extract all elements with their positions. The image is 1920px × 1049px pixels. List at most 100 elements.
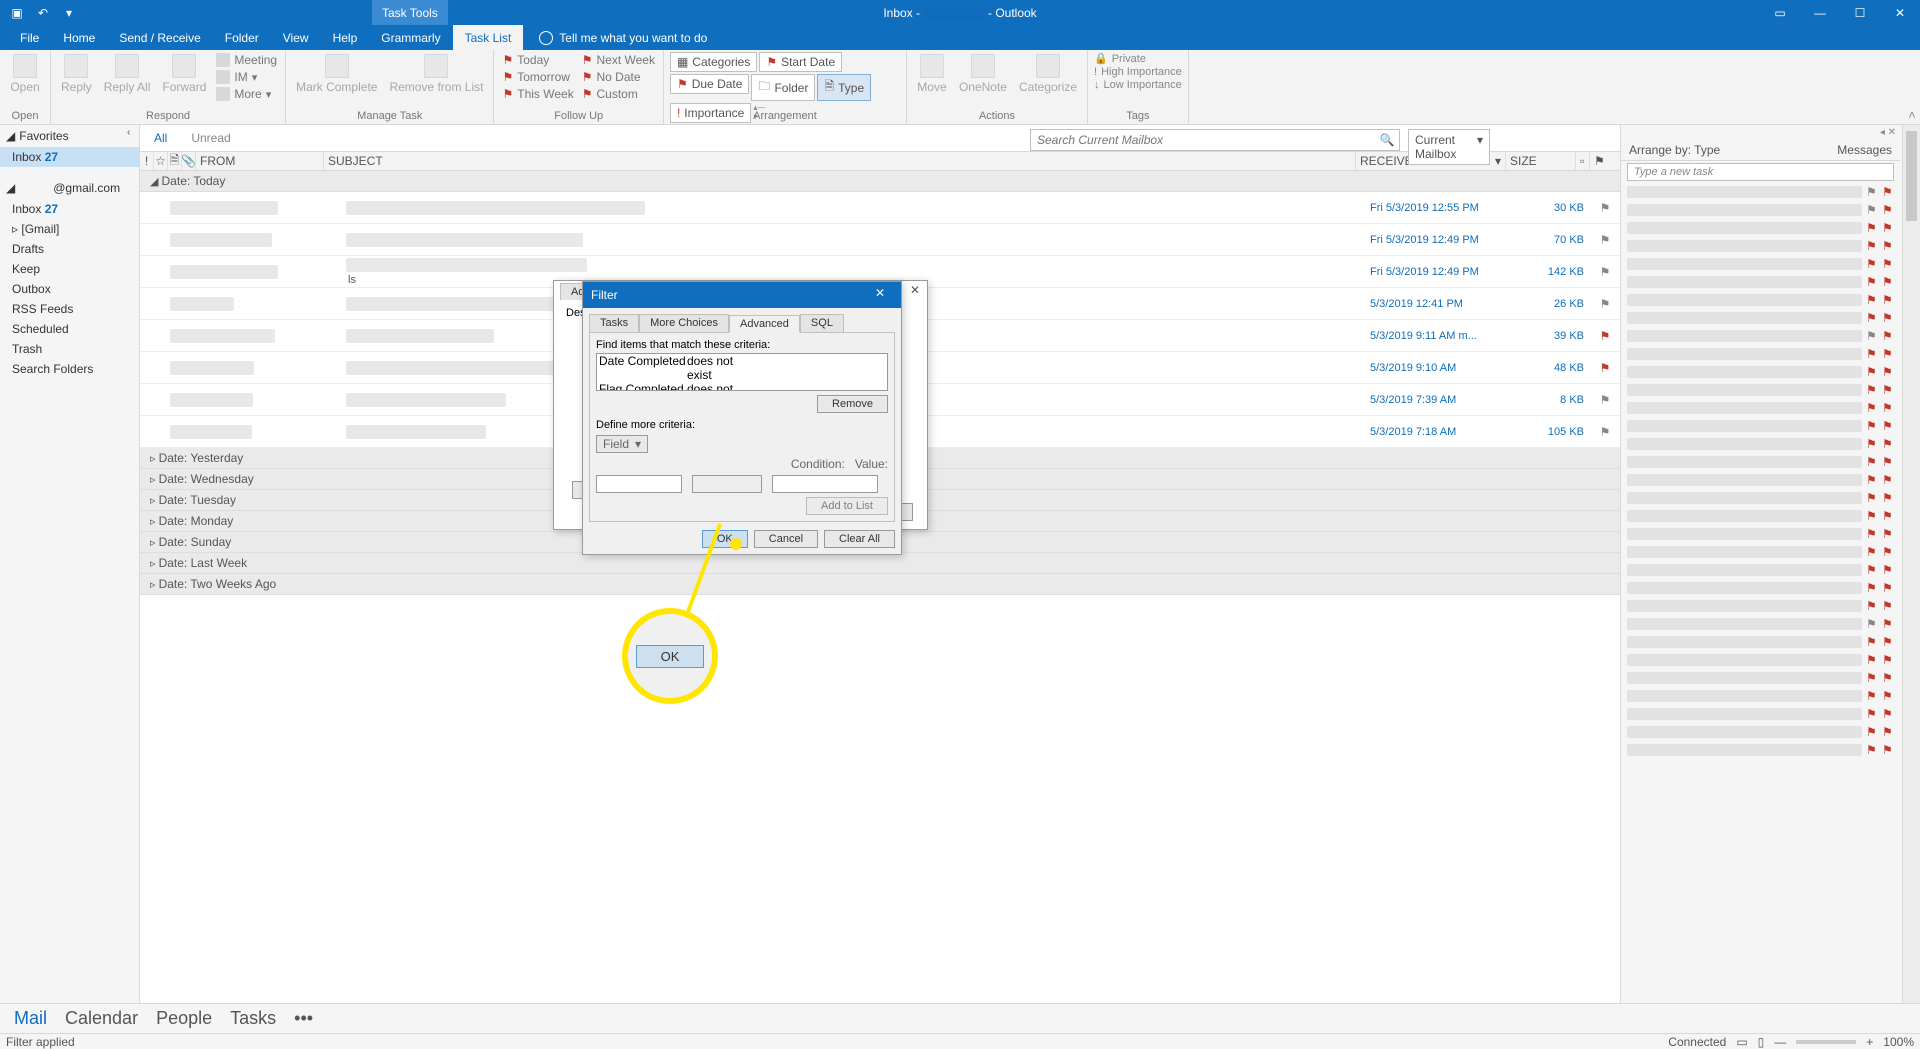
- task-row[interactable]: ⚑⚑: [1621, 417, 1900, 435]
- task-row[interactable]: ⚑⚑: [1621, 309, 1900, 327]
- task-row[interactable]: ⚑⚑: [1621, 453, 1900, 471]
- task-row[interactable]: ⚑⚑: [1621, 579, 1900, 597]
- nav-drafts[interactable]: Drafts: [0, 239, 139, 259]
- col-icon[interactable]: 🗎: [168, 152, 182, 170]
- remove-button[interactable]: Remove: [817, 395, 888, 413]
- move-button[interactable]: Move: [913, 52, 951, 96]
- nav-calendar[interactable]: Calendar: [65, 1008, 138, 1029]
- replyall-button[interactable]: Reply All: [100, 52, 155, 96]
- task-row[interactable]: ⚑⚑: [1621, 201, 1900, 219]
- group-twoweeks[interactable]: ▹ Date: Two Weeks Ago: [140, 574, 1620, 595]
- task-row[interactable]: ⚑⚑: [1621, 723, 1900, 741]
- nav-inbox[interactable]: Inbox 27: [0, 199, 139, 219]
- nav-trash[interactable]: Trash: [0, 339, 139, 359]
- clearall-button[interactable]: Clear All: [824, 530, 895, 548]
- search-scope-dropdown[interactable]: Current Mailbox▾: [1408, 129, 1490, 165]
- tellme[interactable]: Tell me what you want to do: [539, 31, 707, 45]
- filter-tab-tasks[interactable]: Tasks: [589, 314, 639, 332]
- tab-folder[interactable]: Folder: [213, 25, 271, 50]
- nextweek-button[interactable]: ⚑Next Week: [580, 52, 657, 68]
- task-row[interactable]: ⚑⚑: [1621, 651, 1900, 669]
- tab-help[interactable]: Help: [321, 25, 370, 50]
- condition-input[interactable]: [692, 475, 762, 493]
- tab-tasklist[interactable]: Task List: [453, 25, 524, 50]
- task-row[interactable]: ⚑⚑: [1621, 705, 1900, 723]
- task-row[interactable]: ⚑⚑: [1621, 219, 1900, 237]
- nav-mail[interactable]: Mail: [14, 1008, 47, 1029]
- value-input[interactable]: [772, 475, 878, 493]
- message-row[interactable]: Fri 5/3/2019 12:55 PM 30 KB ⚑: [140, 192, 1620, 224]
- nodate-button[interactable]: ⚑No Date: [580, 69, 657, 85]
- nav-scheduled[interactable]: Scheduled: [0, 319, 139, 339]
- filter-tab-advanced[interactable]: Advanced: [729, 315, 800, 333]
- task-row[interactable]: ⚑⚑: [1621, 399, 1900, 417]
- group-lastweek[interactable]: ▹ Date: Last Week: [140, 553, 1620, 574]
- nav-searchfolders[interactable]: Search Folders: [0, 359, 139, 379]
- task-row[interactable]: ⚑⚑: [1621, 525, 1900, 543]
- zoom-out-icon[interactable]: —: [1774, 1035, 1786, 1049]
- categorize-button[interactable]: Categorize: [1015, 52, 1081, 96]
- nav-more-icon[interactable]: •••: [294, 1008, 313, 1029]
- tab-home[interactable]: Home: [51, 25, 107, 50]
- custom-button[interactable]: ⚑Custom: [580, 86, 657, 102]
- task-row[interactable]: ⚑⚑: [1621, 291, 1900, 309]
- field-input[interactable]: [596, 475, 682, 493]
- task-row[interactable]: ⚑⚑: [1621, 543, 1900, 561]
- task-row[interactable]: ⚑⚑: [1621, 669, 1900, 687]
- reply-button[interactable]: Reply: [57, 52, 96, 96]
- message-row[interactable]: Fri 5/3/2019 12:49 PM 70 KB ⚑: [140, 224, 1620, 256]
- nav-gmail[interactable]: ▹ [Gmail]: [0, 219, 139, 239]
- dialog-filter-close-icon[interactable]: ✕: [867, 286, 893, 304]
- task-row[interactable]: ⚑⚑: [1621, 345, 1900, 363]
- task-row[interactable]: ⚑⚑: [1621, 273, 1900, 291]
- task-row[interactable]: ⚑⚑: [1621, 435, 1900, 453]
- col-cat[interactable]: ▫: [1576, 152, 1590, 170]
- task-row[interactable]: ⚑⚑: [1621, 327, 1900, 345]
- task-row[interactable]: ⚑⚑: [1621, 597, 1900, 615]
- meeting-button[interactable]: Meeting: [214, 52, 279, 68]
- col-size[interactable]: SIZE: [1506, 152, 1576, 170]
- advview-close-icon[interactable]: ✕: [905, 283, 925, 297]
- maximize-icon[interactable]: ☐: [1840, 0, 1880, 25]
- col-attach[interactable]: 📎: [182, 152, 196, 170]
- cancel-button[interactable]: Cancel: [754, 530, 818, 548]
- favorites-header[interactable]: ◢ Favorites: [0, 125, 139, 147]
- task-row[interactable]: ⚑⚑: [1621, 633, 1900, 651]
- task-row[interactable]: ⚑⚑: [1621, 741, 1900, 759]
- highimportance-button[interactable]: ! High Importance: [1094, 66, 1182, 78]
- nav-keep[interactable]: Keep: [0, 259, 139, 279]
- filter-unread[interactable]: Unread: [187, 129, 234, 147]
- im-button[interactable]: IM ▾: [214, 69, 279, 85]
- task-row[interactable]: ⚑⚑: [1621, 363, 1900, 381]
- new-task-input[interactable]: Type a new task: [1627, 163, 1894, 181]
- private-button[interactable]: 🔒 Private: [1094, 52, 1182, 65]
- minimize-icon[interactable]: —: [1800, 0, 1840, 25]
- task-row[interactable]: ⚑⚑: [1621, 489, 1900, 507]
- tab-view[interactable]: View: [271, 25, 321, 50]
- markcomplete-button[interactable]: Mark Complete: [292, 52, 381, 96]
- today-button[interactable]: ⚑Today: [500, 52, 575, 68]
- filter-all[interactable]: All: [150, 129, 171, 147]
- account-header[interactable]: ◢ @gmail.com: [0, 177, 139, 199]
- task-row[interactable]: ⚑⚑: [1621, 561, 1900, 579]
- group-today[interactable]: ◢ Date: Today: [140, 171, 1620, 192]
- thisweek-button[interactable]: ⚑This Week: [500, 86, 575, 102]
- arrange-startdate[interactable]: ⚑Start Date: [759, 52, 842, 72]
- search-box[interactable]: 🔍: [1030, 129, 1400, 151]
- arrange-by[interactable]: Arrange by: Type: [1629, 143, 1720, 157]
- task-row[interactable]: ⚑⚑: [1621, 687, 1900, 705]
- more-button[interactable]: More ▾: [214, 86, 279, 102]
- arrange-type[interactable]: 🗎Type: [817, 74, 871, 101]
- scrollbar[interactable]: [1902, 125, 1920, 1003]
- field-dropdown[interactable]: Field ▾: [596, 435, 648, 453]
- qat-dropdown-icon[interactable]: ▾: [60, 4, 78, 22]
- tab-sendreceive[interactable]: Send / Receive: [107, 25, 212, 50]
- collapse-nav-icon[interactable]: ‹: [127, 127, 130, 138]
- addtolist-button[interactable]: Add to List: [806, 497, 888, 515]
- nav-outbox[interactable]: Outbox: [0, 279, 139, 299]
- task-row[interactable]: ⚑⚑: [1621, 237, 1900, 255]
- arrange-folder[interactable]: 🗀Folder: [751, 74, 815, 101]
- filter-tab-sql[interactable]: SQL: [800, 314, 844, 332]
- col-subject[interactable]: SUBJECT: [324, 152, 1356, 170]
- search-icon[interactable]: 🔍: [1375, 133, 1399, 147]
